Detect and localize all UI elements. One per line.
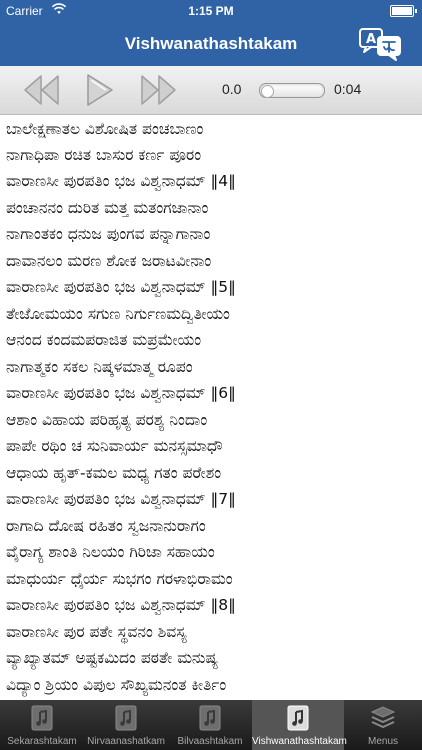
lyrics-line: ಪಾಪೇ ರಥಿಂ ಚ ಸುನಿವಾರ್ಯ ಮನಸ್ಸಮಾಧೌ	[6, 437, 223, 455]
lyrics-line: ಆಧಾಯ ಹೃತ್-ಕಮಲ ಮಧ್ಯ ಗತಂ ಪರೇಶಂ	[6, 464, 222, 482]
tab-label: Menus	[367, 736, 398, 747]
tab-nirvaanashatkam[interactable]: Nirvaanashatkam	[84, 700, 168, 750]
tab-sekarashtakam[interactable]: Sekarashtakam	[0, 700, 84, 750]
lyrics-line: ವಾರಾಣಸೀ ಪುರಪತಿಂ ಭಜ ವಿಶ್ವನಾಧಮ್ ‖4‖	[6, 172, 236, 190]
tab-bilvaashtakam[interactable]: Bilvaashtakam	[168, 700, 252, 750]
progress-slider[interactable]	[259, 83, 325, 98]
tab-label: Nirvaanashatkam	[87, 736, 165, 747]
song-list-icon	[31, 705, 53, 731]
lyrics-line: ನಾಗಾತ್ಮಕಂ ಸಕಲ ನಿಷ್ಕಳಮಾತ್ಮ ರೂಪಂ	[6, 358, 193, 376]
stack-icon	[370, 706, 396, 729]
status-bar: Carrier 1:15 PM	[0, 0, 422, 22]
status-time: 1:15 PM	[188, 4, 234, 18]
svg-text:A: A	[366, 32, 376, 47]
fast-forward-button[interactable]	[138, 72, 178, 108]
battery-icon	[390, 5, 417, 17]
lyrics-line: ವಾರಾಣಸೀ ಪುರಪತಿಂ ಭಜ ವಿಶ್ವನಾಧಮ್ ‖8‖	[6, 596, 236, 614]
tab-label: Bilvaashtakam	[177, 736, 243, 747]
lyrics-line: ನಾಗಾಂತಕಂ ಧನುಜ ಪುಂಗವ ಪನ್ನಾಗಾನಾಂ	[6, 225, 211, 243]
tab-vishwanathashtakam[interactable]: Vishwanathashtakam	[252, 700, 347, 750]
slider-thumb[interactable]	[261, 85, 274, 98]
current-time-label: 0.0	[222, 81, 242, 97]
song-list-icon	[115, 705, 137, 731]
lyrics-line: ಮಾಧುರ್ಯ ಧೈರ್ಯ ಸುಭಗಂ ಗರಳಾಭಿರಾಮಂ	[6, 570, 233, 588]
lyrics-line: ದಾವಾನಲಂ ಮರಣ ಶೋಕ ಜರಾಟವೀನಾಂ	[6, 252, 212, 270]
tab-bar: Sekarashtakam Nirvaanashatkam Bilvaashta…	[0, 700, 422, 750]
lyrics-line: ವಾರಾಣಸೀ ಪುರಪತಿಂ ಭಜ ವಿಶ್ವನಾಧಮ್ ‖7‖	[6, 490, 236, 508]
song-list-icon	[199, 705, 221, 731]
lyrics-line: ನಾಗಾಧಿಪಾ ರಚಿತ ಬಾಸುರ ಕರ್ಣ ಪೂರಂ	[6, 146, 202, 164]
lyrics-line: ತೇಜೋಮಯಂ ಸಗುಣ ನಿರ್ಗುಣಮದ್ವಿತೀಯಂ	[6, 305, 230, 323]
lyrics-line: ವೈರಾಗ್ಯ ಶಾಂತಿ ನಿಲಯಂ ಗಿರಿಜಾ ಸಹಾಯಂ	[6, 543, 215, 561]
audio-player: 0.0 0:04	[0, 66, 422, 115]
navigation-bar: Vishwanathashtakam A	[0, 22, 422, 66]
lyrics-line: ವಾರಾಣಸೀ ಪುರ ಪತೇ ಸ್ಥವನಂ ಶಿವಸ್ಯ	[6, 623, 187, 641]
total-time-label: 0:04	[334, 81, 362, 97]
lyrics-line: ವ್ಯಾಖ್ಯಾತಮ್ ಅಷ್ಟಕಮಿದಂ ಪಠತೇ ಮನುಷ್ಯ	[6, 649, 219, 667]
tab-label: Vishwanathashtakam	[252, 736, 347, 747]
lyrics-line: ವಿದ್ಯಾಂ ಶ್ರಿಯಂ ವಿಪುಲ ಸೌಖ್ಯಮನಂತ ಕೀರ್ತಿಂ	[6, 676, 227, 694]
rewind-button[interactable]	[22, 72, 62, 108]
lyrics-line: ವಾರಾಣಸೀ ಪುರಪತಿಂ ಭಜ ವಿಶ್ವನಾಧಮ್ ‖6‖	[6, 384, 236, 402]
translate-icon[interactable]: A	[358, 26, 404, 62]
lyrics-line: ಆನಂದ ಕಂದಮಪರಾಜಿತ ಮಪ್ರಮೇಯಂ	[6, 331, 202, 349]
song-list-icon	[287, 705, 309, 731]
tab-menus[interactable]: Menus	[344, 700, 422, 750]
lyrics-line: ವಾರಾಣಸೀ ಪುರಪತಿಂ ಭಜ ವಿಶ್ವನಾಧಮ್ ‖5‖	[6, 278, 236, 296]
lyrics-line: ಪಂಚಾನನಂ ದುರಿತ ಮತ್ತ ಮತಂಗಜಾನಾಂ	[6, 199, 209, 217]
play-button[interactable]	[80, 72, 120, 108]
lyrics-line: ಆಶಾಂ ವಿಹಾಯ ಪರಿಹೃತ್ಯ ಪರಶ್ಯ ನಿಂದಾಂ	[6, 411, 208, 429]
lyrics-text[interactable]: ಬಾಲೇಕ್ಷಣಾತಲ ವಿಶೋಷಿತ ಪಂಚಬಾಣಂ ನಾಗಾಧಿಪಾ ರಚಿ…	[0, 116, 422, 700]
lyrics-line: ರಾಗಾದಿ ದೋಷ ರಹಿತಂ ಸ್ವಜನಾನುರಾಗಂ	[6, 517, 206, 535]
tab-label: Sekarashtakam	[7, 736, 77, 747]
lyrics-line: ಬಾಲೇಕ್ಷಣಾತಲ ವಿಶೋಷಿತ ಪಂಚಬಾಣಂ	[6, 120, 204, 138]
